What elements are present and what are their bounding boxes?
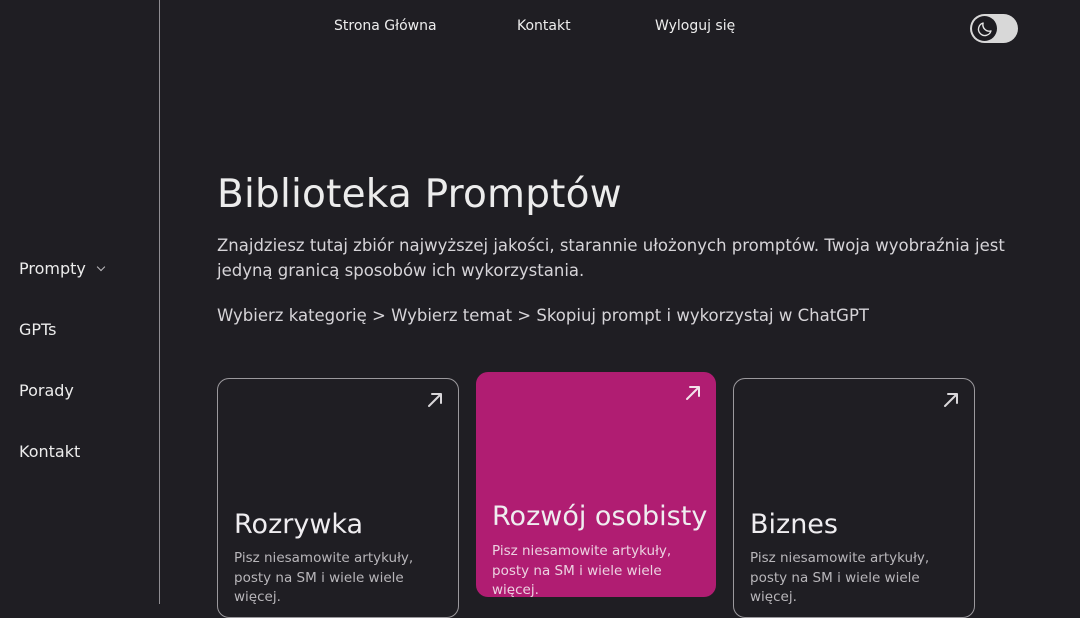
arrow-up-right-icon — [944, 393, 958, 407]
page-title-accent: Promptów — [425, 172, 622, 217]
sidebar-item-label: GPTs — [19, 320, 57, 339]
nav-link-logout[interactable]: Wyloguj się — [655, 18, 735, 34]
sidebar-item-kontakt[interactable]: Kontakt — [19, 442, 80, 461]
card-description: Pisz niesamowite artykuły, posty na SM i… — [234, 550, 414, 605]
moon-icon — [977, 21, 992, 36]
sidebar-item-label: Prompty — [19, 259, 86, 278]
arrow-up-right-icon — [428, 393, 442, 407]
page-title: Biblioteka Promptów — [217, 172, 622, 217]
sidebar-item-label: Kontakt — [19, 442, 81, 461]
sidebar-item-prompty[interactable]: Prompty — [19, 259, 106, 278]
category-card-rozrywka[interactable]: Rozrywka Pisz niesamowite artykuły, post… — [217, 378, 459, 618]
card-title: Rozrywka — [234, 509, 364, 540]
sidebar-item-porady[interactable]: Porady — [19, 381, 74, 400]
sidebar-item-gpts[interactable]: GPTs — [19, 320, 57, 339]
page-title-accent-text: Promptów — [424, 172, 622, 217]
category-card-rozwoj-osobisty[interactable]: Rozwój osobisty Pisz niesamowite artykuł… — [476, 372, 716, 598]
sidebar-item-label: Porady — [19, 381, 74, 400]
steps-breadcrumb: Wybierz kategorię > Wybierz temat > Skop… — [217, 306, 869, 325]
theme-toggle[interactable] — [970, 14, 1018, 43]
category-card-biznes[interactable]: Biznes Pisz niesamowite artykuły, posty … — [733, 378, 975, 618]
page-title-plain: Biblioteka — [217, 172, 425, 217]
arrow-up-right-icon — [686, 386, 700, 400]
chevron-down-icon — [96, 262, 106, 272]
toggle-knob — [972, 16, 997, 41]
card-description: Pisz niesamowite artykuły, posty na SM i… — [750, 550, 930, 605]
card-title: Biznes — [750, 509, 838, 540]
nav-link-home[interactable]: Strona Główna — [334, 18, 437, 34]
sidebar: Prompty GPTs Porady Kontakt — [0, 0, 160, 604]
page-description: Znajdziesz tutaj zbiór najwyższej jakośc… — [217, 236, 1005, 280]
card-description: Pisz niesamowite artykuły, posty na SM i… — [492, 543, 672, 598]
nav-link-contact[interactable]: Kontakt — [517, 18, 571, 34]
card-title: Rozwój osobisty — [492, 501, 708, 532]
